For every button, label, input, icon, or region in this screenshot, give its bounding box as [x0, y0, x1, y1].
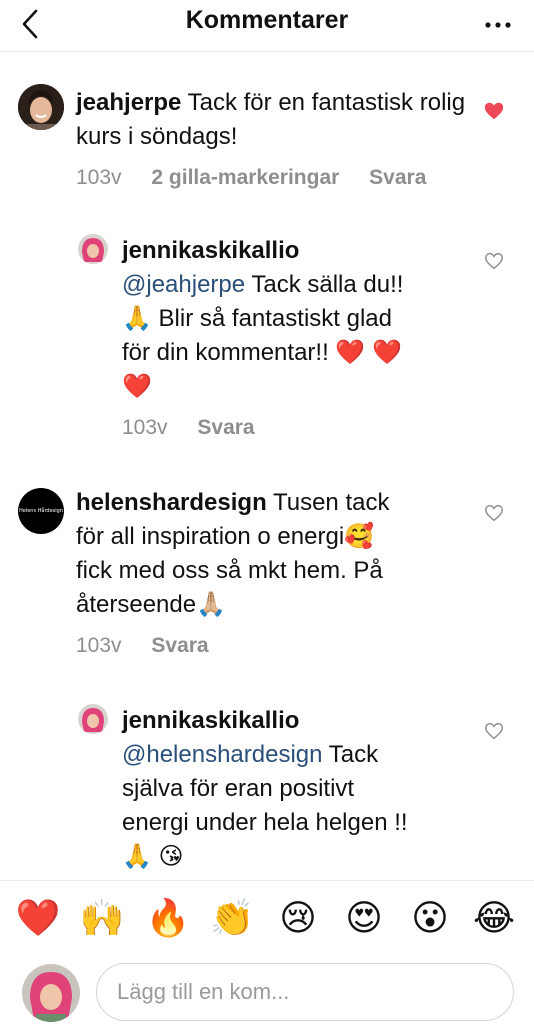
reply-button[interactable]: Svara — [197, 416, 254, 440]
page-title: Kommentarer — [185, 6, 349, 34]
comment-username[interactable]: jennikaskikallio — [122, 234, 502, 268]
comment-message: energi under hela helgen !! — [122, 809, 408, 836]
comment-age: 103v — [76, 166, 122, 189]
comment-message: ❤️ — [122, 373, 152, 400]
comment-text: jennikaskikallio @jeahjerpe Tack sälla d… — [122, 234, 502, 404]
comment-message: 🙏 😘 — [122, 843, 184, 870]
avatar[interactable]: Helens Hårdesign — [18, 488, 64, 534]
comment-item: jeahjerpe Tack för en fantastisk rolig k… — [0, 84, 534, 214]
comment-message: för din kommentar!! ❤️ ❤️ — [122, 339, 402, 366]
avatar[interactable] — [78, 234, 108, 264]
emoji-clapping-hands[interactable]: 👏 — [208, 895, 256, 943]
emoji-heart-eyes[interactable]: 😍 — [340, 895, 388, 943]
heart-outline-icon[interactable] — [483, 250, 505, 272]
comment-message: Tusen tack — [272, 489, 390, 516]
comment-age: 103v — [122, 416, 168, 439]
more-options-button[interactable] — [480, 8, 516, 38]
comment-reply-item: jennikaskikallio @helenshardesign Tack s… — [0, 702, 534, 878]
reply-button[interactable]: Svara — [151, 634, 208, 658]
comment-message: 🙏 Blir så fantastiskt glad — [122, 305, 392, 332]
mention-link[interactable]: @jeahjerpe — [122, 271, 245, 298]
comment-message: för all inspiration o energi🥰 — [76, 523, 375, 550]
comment-reply-item: jennikaskikallio @jeahjerpe Tack sälla d… — [0, 232, 534, 452]
comment-text: jennikaskikallio @helenshardesign Tack s… — [122, 704, 502, 874]
emoji-red-heart[interactable]: ❤️ — [14, 895, 62, 943]
comment-message: Tack sälla du!! — [251, 271, 404, 298]
emoji-surprised-face[interactable]: 😮 — [406, 895, 454, 943]
comment-message: själva för eran positivt — [122, 775, 355, 802]
top-bar: Kommentarer — [0, 0, 534, 52]
emoji-bar: ❤️ 🙌 🔥 👏 😢 😍 😮 😂 — [0, 880, 534, 958]
likes-count[interactable]: 2 gilla-markeringar — [151, 166, 339, 190]
comment-username[interactable]: helenshardesign — [76, 489, 267, 516]
avatar[interactable] — [78, 704, 108, 734]
emoji-fire[interactable]: 🔥 — [144, 895, 192, 943]
heart-outline-icon[interactable] — [483, 720, 505, 742]
heart-icon[interactable] — [483, 100, 505, 122]
mention-link[interactable]: @helenshardesign — [122, 741, 323, 768]
comment-text: jeahjerpe Tack för en fantastisk rolig k… — [76, 86, 496, 154]
comment-text: helenshardesign Tusen tack för all inspi… — [76, 486, 496, 622]
comment-meta: 103v Svara — [122, 416, 279, 440]
comment-username[interactable]: jeahjerpe — [76, 89, 181, 116]
more-horizontal-icon — [485, 22, 511, 28]
avatar[interactable] — [18, 84, 64, 130]
reply-button[interactable]: Svara — [369, 166, 426, 190]
comment-age: 103v — [76, 634, 122, 657]
heart-outline-icon[interactable] — [483, 502, 505, 524]
emoji-crying-face[interactable]: 😢 — [274, 895, 322, 943]
comment-compose-bar — [0, 958, 534, 1024]
comment-meta: 103v 2 gilla-markeringar Svara — [76, 166, 450, 190]
comment-meta: 103v Svara — [76, 634, 233, 658]
avatar-logo-text: Helens Hårdesign — [18, 508, 64, 514]
emoji-raising-hands[interactable]: 🙌 — [78, 895, 126, 943]
comment-username[interactable]: jennikaskikallio — [122, 704, 502, 738]
comment-message: återseende🙏🏼 — [76, 591, 226, 618]
comment-item: Helens Hårdesign helenshardesign Tusen t… — [0, 484, 534, 684]
emoji-tears-of-joy[interactable]: 😂 — [470, 895, 518, 943]
comment-message: fick med oss så mkt hem. På — [76, 557, 383, 584]
avatar — [22, 964, 80, 1022]
comment-message: Tack — [328, 741, 379, 768]
comment-input[interactable] — [96, 963, 514, 1021]
